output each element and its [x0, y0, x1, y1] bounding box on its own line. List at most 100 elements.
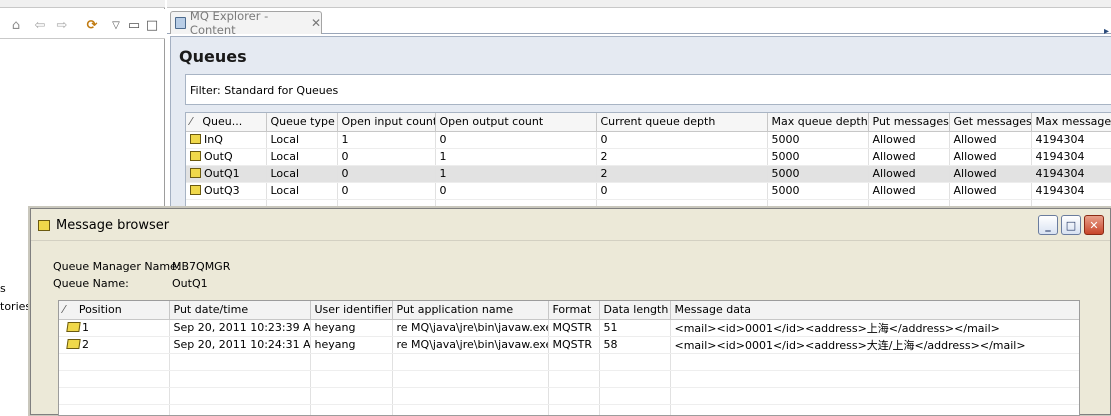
- get-messages: Allowed: [949, 148, 1032, 166]
- column-label: Position: [78, 303, 122, 317]
- user-identifier: heyang: [310, 319, 393, 337]
- table-row[interactable]: OutQ Local 0 1 2 5000 Allowed Allowed 41…: [186, 148, 1111, 166]
- maximize-icon[interactable]: □: [144, 17, 160, 33]
- close-button[interactable]: ✕: [1084, 215, 1104, 235]
- table-row[interactable]: OutQ3 Local 0 0 0 5000 Allowed Allowed 4…: [186, 182, 1111, 200]
- editor-tab-strip: MQ Explorer - Content ✕ ▸: [167, 9, 1111, 37]
- filter-bar[interactable]: Filter: Standard for Queues: [185, 74, 1111, 105]
- maximize-button[interactable]: □: [1061, 215, 1081, 235]
- max-queue-depth: 5000: [767, 131, 869, 149]
- dialog-title-bar[interactable]: Message browser _ □ ✕: [31, 209, 1110, 241]
- column-header-format[interactable]: Format: [548, 301, 600, 320]
- view-menu-icon[interactable]: ▽: [108, 17, 124, 33]
- queue-name: OutQ: [204, 150, 233, 163]
- sort-icon: ⁄: [190, 115, 196, 129]
- queue-name-value: OutQ1: [172, 277, 208, 290]
- open-output-count: 0: [435, 131, 597, 149]
- queue-type: Local: [266, 165, 338, 183]
- queue-manager-value: MB7QMGR: [172, 260, 231, 273]
- queue-type: Local: [266, 182, 338, 200]
- navigator-item-text[interactable]: tories: [0, 300, 31, 313]
- column-header-put-application-name[interactable]: Put application name: [392, 301, 549, 320]
- column-header-max-queue-depth[interactable]: Max queue depth: [767, 113, 869, 132]
- forward-icon[interactable]: ⇨: [54, 17, 70, 33]
- table-row-empty: [59, 387, 1079, 405]
- put-messages: Allowed: [868, 148, 950, 166]
- dialog-title: Message browser: [56, 218, 170, 233]
- message-data: <mail><id>0001</id><address>大连/上海</addre…: [670, 336, 1079, 354]
- message-position: 1: [82, 321, 89, 334]
- tab-label: MQ Explorer - Content: [189, 9, 269, 37]
- column-header-get-messages[interactable]: Get messages: [949, 113, 1032, 132]
- put-messages: Allowed: [868, 131, 950, 149]
- open-output-count: 0: [435, 182, 597, 200]
- put-date-time: Sep 20, 2011 10:23:39 AM: [169, 319, 311, 337]
- column-header-queue-name[interactable]: ⁄ Queu...: [186, 113, 267, 132]
- current-queue-depth: 2: [596, 165, 768, 183]
- table-row[interactable]: 2 Sep 20, 2011 10:24:31 AM heyang re MQ\…: [59, 336, 1079, 354]
- current-queue-depth: 0: [596, 131, 768, 149]
- refresh-icon[interactable]: ⟳: [84, 17, 100, 33]
- content-top-bar: [167, 0, 1111, 8]
- column-header-queue-type[interactable]: Queue type: [266, 113, 338, 132]
- table-row-empty: [59, 370, 1079, 388]
- open-output-count: 1: [435, 165, 597, 183]
- table-header-row: ⁄ Position Put date/time User identifier…: [59, 301, 1079, 320]
- sort-icon: ⁄: [63, 303, 65, 317]
- message-position: 2: [82, 338, 89, 351]
- back-icon[interactable]: ⇦: [32, 17, 48, 33]
- table-row-selected[interactable]: OutQ1 Local 0 1 2 5000 Allowed Allowed 4…: [186, 165, 1111, 183]
- column-header-put-date-time[interactable]: Put date/time: [169, 301, 311, 320]
- user-identifier: heyang: [310, 336, 393, 354]
- queue-icon: [190, 168, 201, 178]
- put-messages: Allowed: [868, 165, 950, 183]
- open-input-count: 0: [337, 182, 436, 200]
- queue-icon: [190, 185, 201, 195]
- max-queue-depth: 5000: [767, 182, 869, 200]
- open-output-count: 1: [435, 148, 597, 166]
- column-header-current-queue-depth[interactable]: Current queue depth: [596, 113, 768, 132]
- data-length: 51: [599, 319, 671, 337]
- message-format: MQSTR: [548, 336, 600, 354]
- message-browser-dialog: Message browser _ □ ✕ Queue Manager Name…: [30, 208, 1111, 416]
- column-label: Queu...: [202, 115, 243, 129]
- column-header-message-data[interactable]: Message data: [670, 301, 1079, 320]
- column-header-put-messages[interactable]: Put messages: [868, 113, 950, 132]
- current-queue-depth: 0: [596, 182, 768, 200]
- message-icon: [66, 339, 81, 349]
- queue-name: OutQ3: [204, 184, 240, 197]
- table-row[interactable]: 1 Sep 20, 2011 10:23:39 AM heyang re MQ\…: [59, 319, 1079, 337]
- table-row[interactable]: InQ Local 1 0 0 5000 Allowed Allowed 419…: [186, 131, 1111, 149]
- queue-type: Local: [266, 131, 338, 149]
- column-header-position[interactable]: ⁄ Position: [59, 301, 170, 320]
- put-application-name: re MQ\java\jre\bin\javaw.exe: [392, 336, 549, 354]
- get-messages: Allowed: [949, 165, 1032, 183]
- navigator-toolbar: ⌂ ⇦ ⇨ ⟳ ▽ ▭ □: [0, 9, 165, 39]
- max-message-length: 4194304: [1031, 148, 1111, 166]
- column-header-open-input-count[interactable]: Open input count: [337, 113, 436, 132]
- left-top-bar: [0, 0, 165, 8]
- table-row-empty: [59, 404, 1079, 415]
- max-queue-depth: 5000: [767, 148, 869, 166]
- put-messages: Allowed: [868, 182, 950, 200]
- put-date-time: Sep 20, 2011 10:24:31 AM: [169, 336, 311, 354]
- minimize-button[interactable]: _: [1038, 215, 1058, 235]
- messages-table: ⁄ Position Put date/time User identifier…: [58, 300, 1080, 416]
- column-header-user-identifier[interactable]: User identifier: [310, 301, 393, 320]
- max-queue-depth: 5000: [767, 165, 869, 183]
- open-input-count: 0: [337, 148, 436, 166]
- get-messages: Allowed: [949, 131, 1032, 149]
- get-messages: Allowed: [949, 182, 1032, 200]
- page-title: Queues: [179, 47, 247, 66]
- column-header-data-length[interactable]: Data length: [599, 301, 671, 320]
- tab-mq-explorer-content[interactable]: MQ Explorer - Content ✕: [170, 9, 322, 37]
- home-icon[interactable]: ⌂: [8, 17, 24, 33]
- navigator-item-text[interactable]: s: [0, 282, 6, 295]
- column-header-open-output-count[interactable]: Open output count: [435, 113, 597, 132]
- table-header-row: ⁄ Queu... Queue type Open input count Op…: [186, 113, 1111, 132]
- close-icon[interactable]: ✕: [311, 16, 321, 30]
- minimize-icon[interactable]: ▭: [126, 17, 142, 33]
- max-message-length: 4194304: [1031, 182, 1111, 200]
- open-input-count: 0: [337, 165, 436, 183]
- column-header-max-message-length[interactable]: Max message le: [1031, 113, 1111, 132]
